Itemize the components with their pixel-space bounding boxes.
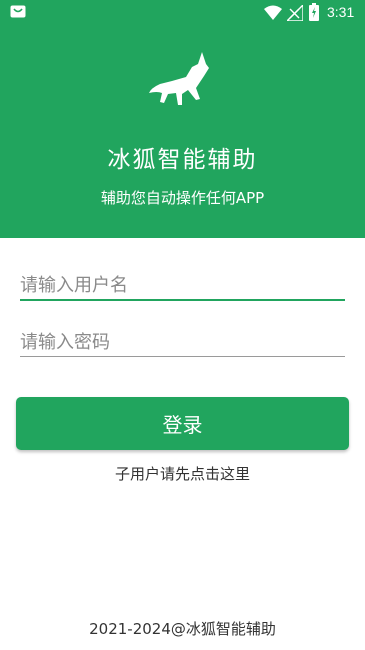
status-bar: 3:31	[0, 0, 365, 26]
signal-icon	[287, 5, 303, 21]
wifi-icon	[264, 5, 282, 20]
battery-icon	[309, 3, 319, 21]
password-input[interactable]	[20, 328, 345, 357]
login-button[interactable]: 登录	[16, 397, 349, 450]
username-input[interactable]	[20, 271, 345, 301]
sub-user-link[interactable]: 子用户请先点击这里	[0, 463, 365, 484]
header: 3:31 冰狐智能辅助 辅助您自动操作任何APP	[0, 0, 365, 238]
notification-icon	[10, 5, 26, 18]
footer-copyright: 2021-2024@冰狐智能辅助	[89, 620, 276, 638]
status-time: 3:31	[327, 4, 355, 20]
app-title: 冰狐智能辅助	[107, 147, 258, 173]
app-subtitle: 辅助您自动操作任何APP	[100, 189, 265, 207]
fox-logo-icon	[149, 52, 209, 105]
